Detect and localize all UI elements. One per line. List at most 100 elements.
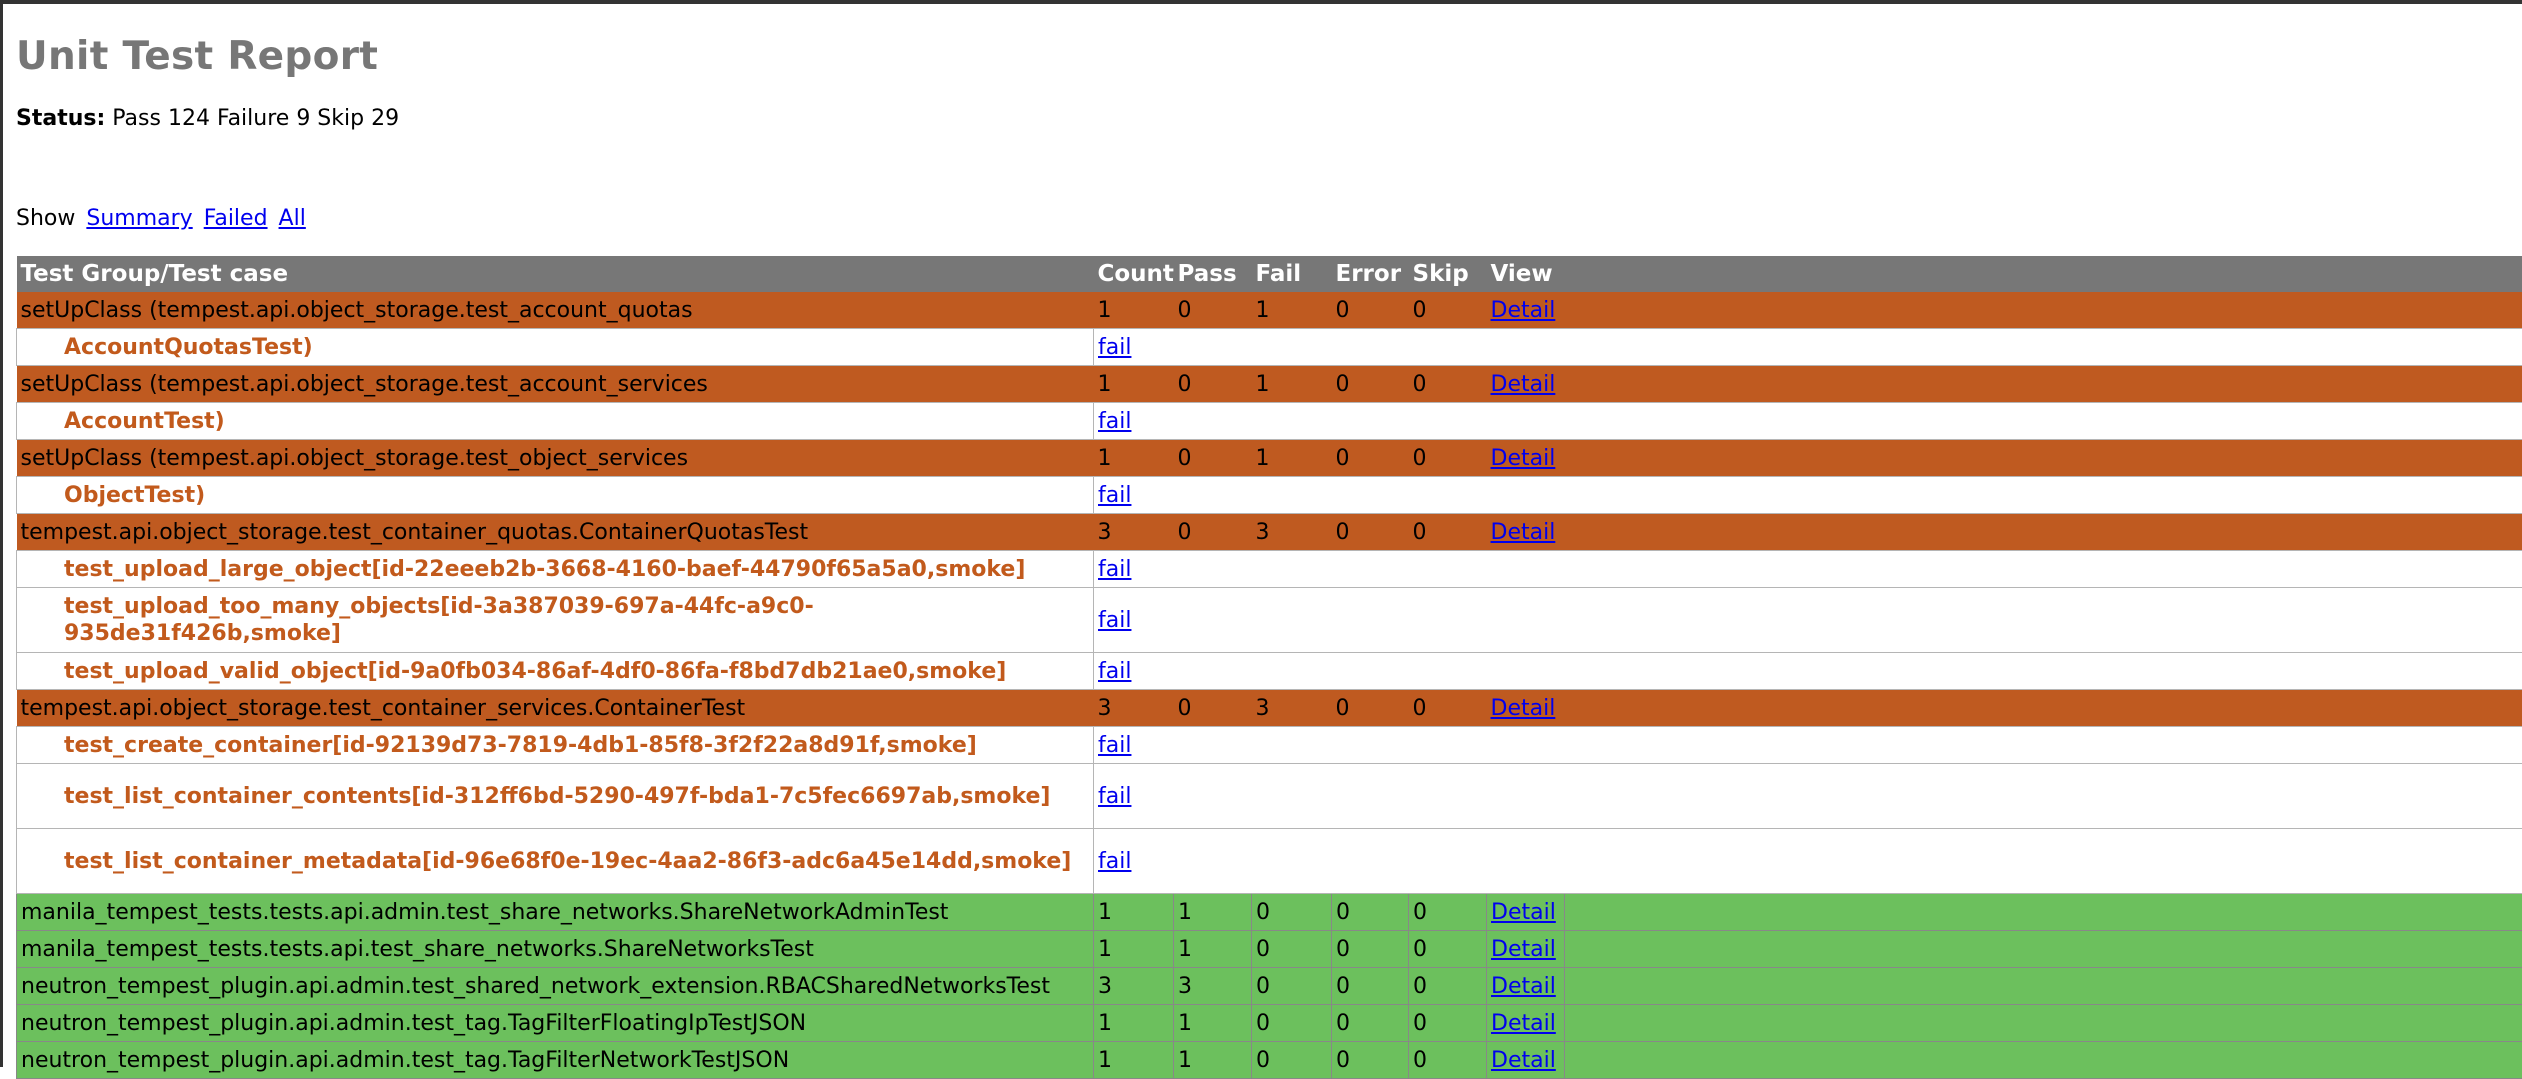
error-cell: 0	[1332, 894, 1409, 931]
fail-cell: 0	[1252, 1005, 1332, 1042]
count-cell: 1	[1094, 894, 1174, 931]
test-case-row: test_upload_too_many_objects[id-3a387039…	[17, 588, 2522, 653]
test-case-name: AccountQuotasTest)	[17, 329, 1094, 366]
detail-link[interactable]: Detail	[1491, 696, 1556, 721]
skip-cell: 0	[1409, 514, 1487, 551]
test-group-row-passed: manila_tempest_tests.tests.api.test_shar…	[17, 931, 2522, 968]
test-case-name: test_upload_large_object[id-22eeeb2b-366…	[17, 551, 1094, 588]
header-error: Error	[1332, 256, 1409, 292]
test-case-result-link[interactable]: fail	[1098, 409, 1131, 434]
skip-cell: 0	[1409, 894, 1487, 931]
test-group-row-failed: setUpClass (tempest.api.object_storage.t…	[17, 366, 2522, 403]
detail-link[interactable]: Detail	[1491, 900, 1556, 925]
test-group-row-passed: manila_tempest_tests.tests.api.admin.tes…	[17, 894, 2522, 931]
view-cell: Detail	[1487, 931, 1565, 968]
test-group-name: manila_tempest_tests.tests.api.admin.tes…	[17, 894, 1094, 931]
test-group-row-failed: setUpClass (tempest.api.object_storage.t…	[17, 292, 2522, 329]
test-case-result-link[interactable]: fail	[1098, 335, 1131, 360]
pass-cell: 3	[1174, 968, 1252, 1005]
test-case-name: test_create_container[id-92139d73-7819-4…	[17, 727, 1094, 764]
test-case-result-link[interactable]: fail	[1098, 483, 1131, 508]
test-case-name: test_upload_valid_object[id-9a0fb034-86a…	[17, 653, 1094, 690]
test-case-row: test_list_container_metadata[id-96e68f0e…	[17, 829, 2522, 894]
test-case-row: ObjectTest)fail	[17, 477, 2522, 514]
skip-cell: 0	[1409, 1005, 1487, 1042]
row-spacer	[1565, 968, 2522, 1005]
header-skip: Skip	[1409, 256, 1487, 292]
error-cell: 0	[1332, 931, 1409, 968]
test-case-name: ObjectTest)	[17, 477, 1094, 514]
skip-cell: 0	[1409, 440, 1487, 477]
pass-cell: 0	[1174, 292, 1252, 329]
skip-cell: 0	[1409, 1042, 1487, 1079]
detail-link[interactable]: Detail	[1491, 446, 1556, 471]
detail-link[interactable]: Detail	[1491, 520, 1556, 545]
error-cell: 0	[1332, 1042, 1409, 1079]
count-cell: 1	[1094, 292, 1174, 329]
test-case-result-link[interactable]: fail	[1098, 849, 1131, 874]
view-cell: Detail	[1487, 292, 1565, 329]
detail-link[interactable]: Detail	[1491, 298, 1556, 323]
skip-cell: 0	[1409, 931, 1487, 968]
filter-summary-link[interactable]: Summary	[86, 206, 192, 231]
detail-link[interactable]: Detail	[1491, 937, 1556, 962]
header-view: View	[1487, 256, 1565, 292]
row-spacer	[1565, 1042, 2522, 1079]
count-cell: 1	[1094, 931, 1174, 968]
header-test-group: Test Group/Test case	[17, 256, 1094, 292]
test-case-result-cell: fail	[1094, 588, 2522, 653]
test-case-row: test_list_container_contents[id-312ff6bd…	[17, 764, 2522, 829]
pass-cell: 1	[1174, 1042, 1252, 1079]
view-cell: Detail	[1487, 690, 1565, 727]
row-spacer	[1565, 514, 2522, 551]
row-spacer	[1565, 366, 2522, 403]
count-cell: 3	[1094, 514, 1174, 551]
filter-failed-link[interactable]: Failed	[204, 206, 268, 231]
header-pass: Pass	[1174, 256, 1252, 292]
count-cell: 1	[1094, 366, 1174, 403]
row-spacer	[1565, 292, 2522, 329]
test-group-name: manila_tempest_tests.tests.api.test_shar…	[17, 931, 1094, 968]
count-cell: 1	[1094, 440, 1174, 477]
row-spacer	[1565, 894, 2522, 931]
row-spacer	[1565, 1005, 2522, 1042]
skip-cell: 0	[1409, 690, 1487, 727]
test-case-result-link[interactable]: fail	[1098, 659, 1131, 684]
pass-cell: 0	[1174, 690, 1252, 727]
error-cell: 0	[1332, 690, 1409, 727]
test-group-name: tempest.api.object_storage.test_containe…	[17, 690, 1094, 727]
test-case-result-cell: fail	[1094, 551, 2522, 588]
test-case-row: test_upload_valid_object[id-9a0fb034-86a…	[17, 653, 2522, 690]
detail-link[interactable]: Detail	[1491, 1048, 1556, 1073]
test-case-result-link[interactable]: fail	[1098, 557, 1131, 582]
fail-cell: 0	[1252, 894, 1332, 931]
test-group-name: setUpClass (tempest.api.object_storage.t…	[17, 366, 1094, 403]
count-cell: 1	[1094, 1005, 1174, 1042]
fail-cell: 3	[1252, 514, 1332, 551]
detail-link[interactable]: Detail	[1491, 1011, 1556, 1036]
test-case-row: AccountTest)fail	[17, 403, 2522, 440]
test-case-row: test_upload_large_object[id-22eeeb2b-366…	[17, 551, 2522, 588]
fail-cell: 1	[1252, 292, 1332, 329]
test-case-result-cell: fail	[1094, 653, 2522, 690]
test-group-name: neutron_tempest_plugin.api.admin.test_ta…	[17, 1042, 1094, 1079]
test-case-result-link[interactable]: fail	[1098, 784, 1131, 809]
test-case-result-cell: fail	[1094, 727, 2522, 764]
filter-all-link[interactable]: All	[279, 206, 306, 231]
test-group-row-passed: neutron_tempest_plugin.api.admin.test_sh…	[17, 968, 2522, 1005]
test-case-name: test_list_container_metadata[id-96e68f0e…	[17, 829, 1094, 894]
test-group-row-failed: tempest.api.object_storage.test_containe…	[17, 690, 2522, 727]
view-cell: Detail	[1487, 1005, 1565, 1042]
error-cell: 0	[1332, 440, 1409, 477]
skip-cell: 0	[1409, 292, 1487, 329]
detail-link[interactable]: Detail	[1491, 974, 1556, 999]
test-group-name: neutron_tempest_plugin.api.admin.test_sh…	[17, 968, 1094, 1005]
test-case-result-link[interactable]: fail	[1098, 733, 1131, 758]
header-row: Test Group/Test case Count Pass Fail Err…	[17, 256, 2522, 292]
test-case-result-link[interactable]: fail	[1098, 608, 1131, 633]
fail-cell: 0	[1252, 931, 1332, 968]
status-label: Status:	[16, 106, 105, 131]
test-group-row-failed: tempest.api.object_storage.test_containe…	[17, 514, 2522, 551]
detail-link[interactable]: Detail	[1491, 372, 1556, 397]
error-cell: 0	[1332, 968, 1409, 1005]
